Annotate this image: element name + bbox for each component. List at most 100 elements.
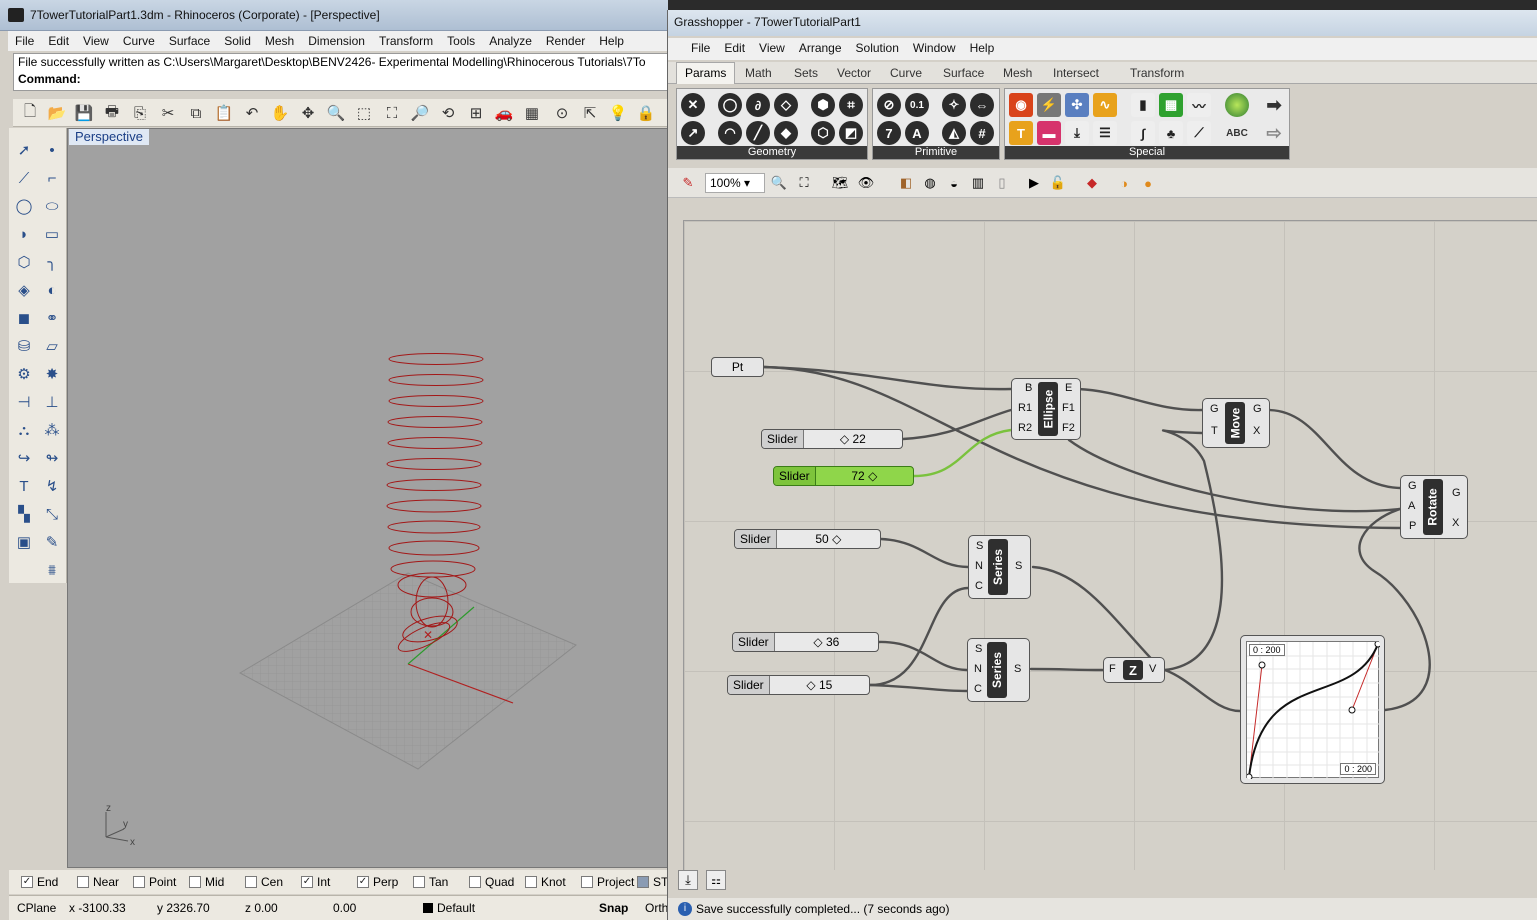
series-component-1[interactable]: S N C Series S: [968, 535, 1031, 599]
ellipse-icon[interactable]: ⬭: [40, 194, 64, 218]
shaded-icon[interactable]: ◒: [944, 173, 964, 193]
shaded-car-icon[interactable]: 🚗: [493, 102, 515, 124]
move-output-x[interactable]: X: [1253, 425, 1260, 437]
fillet-icon[interactable]: ↪: [12, 446, 36, 470]
rotate-output-x[interactable]: X: [1452, 517, 1459, 529]
relay-outline-icon[interactable]: ⇨: [1262, 121, 1286, 145]
undo-icon[interactable]: ↶: [241, 102, 263, 124]
osnap-cen[interactable]: Cen: [245, 875, 283, 889]
cluster-icon[interactable]: ◑: [1114, 173, 1134, 193]
graph-icon[interactable]: 〰: [1187, 93, 1211, 117]
solve-play-icon[interactable]: ▶: [1024, 173, 1044, 193]
rotate-input-g[interactable]: G: [1408, 480, 1417, 492]
ellipse-input-r2[interactable]: R2: [1018, 422, 1032, 434]
series-component-2[interactable]: S N C Series S: [967, 638, 1030, 702]
tab-curve[interactable]: Curve: [890, 66, 922, 80]
preview-eye-icon[interactable]: 👁: [856, 173, 876, 193]
vector-param-icon[interactable]: ↗: [681, 121, 705, 145]
fillet-curve-icon[interactable]: ╮: [40, 250, 64, 274]
gh-titlebar[interactable]: Grasshopper - 7TowerTutorialPart1: [668, 10, 1537, 36]
rotate-view-icon[interactable]: ✥: [297, 102, 319, 124]
rhino-menu-analyze[interactable]: Analyze: [482, 31, 539, 50]
rhino-menu-dimension[interactable]: Dimension: [301, 31, 372, 50]
polygon-icon[interactable]: ⬡: [12, 250, 36, 274]
rotate-output-g[interactable]: G: [1452, 487, 1461, 499]
pan-icon[interactable]: ✋: [269, 102, 291, 124]
rhino-menu-file[interactable]: File: [8, 31, 41, 50]
tab-math[interactable]: Math: [745, 66, 772, 80]
string-param-icon[interactable]: A: [905, 121, 929, 145]
tab-transform[interactable]: Transform: [1130, 66, 1184, 80]
colour-wheel-icon[interactable]: [1225, 93, 1249, 117]
explode-icon[interactable]: ✸: [40, 362, 64, 386]
lock-solver-icon[interactable]: 🔓: [1048, 173, 1068, 193]
rhino-menu-help[interactable]: Help: [592, 31, 631, 50]
geometry-param-icon[interactable]: ✕: [681, 93, 705, 117]
number-slider-15[interactable]: Slider ◇ 15: [727, 675, 870, 695]
lock-icon[interactable]: 🔒: [635, 102, 657, 124]
osnap-mid-checkbox[interactable]: [189, 876, 201, 888]
zoom-window-icon[interactable]: ⬚: [353, 102, 375, 124]
osnap-near[interactable]: Near: [77, 875, 119, 889]
ellipse-input-r1[interactable]: R1: [1018, 402, 1032, 414]
perspective-viewport[interactable]: Perspective ✕ z y x: [67, 128, 668, 868]
copy-icon[interactable]: ⧉: [185, 102, 207, 124]
tab-params[interactable]: Params: [676, 62, 736, 84]
gh-menu-arrange[interactable]: Arrange: [792, 38, 849, 57]
number-slider-icon[interactable]: ▬: [1037, 121, 1061, 145]
mesh-icon[interactable]: ▱: [40, 334, 64, 358]
value-list-icon[interactable]: ☰: [1093, 121, 1117, 145]
rhino-menu-edit[interactable]: Edit: [41, 31, 76, 50]
import-icon[interactable]: ⎘: [129, 102, 151, 124]
osnap-tan-checkbox[interactable]: [413, 876, 425, 888]
ribbon-group-geometry-label[interactable]: Geometry: [677, 146, 867, 159]
gradient-icon[interactable]: ⟋: [1187, 121, 1211, 145]
rhino-menu-render[interactable]: Render: [539, 31, 592, 50]
boolean-icon[interactable]: ⚭: [40, 306, 64, 330]
series1-input-n[interactable]: N: [975, 560, 983, 572]
domain-param-icon[interactable]: ✧: [942, 93, 966, 117]
gear-icon[interactable]: ⚙: [12, 362, 36, 386]
tab-vector[interactable]: Vector: [837, 66, 871, 80]
snap-toggle[interactable]: Snap: [599, 901, 628, 915]
graph-range-top[interactable]: 0 : 200: [1249, 644, 1285, 656]
osnap-int[interactable]: ✓ Int: [301, 875, 330, 889]
box-icon[interactable]: ◼: [12, 306, 36, 330]
new-file-icon[interactable]: 🗋: [19, 102, 41, 124]
ortho-toggle[interactable]: Orth: [645, 901, 668, 915]
text-icon[interactable]: T: [12, 474, 36, 498]
osnap-end[interactable]: ✓ End: [21, 875, 58, 889]
osnap-knot-checkbox[interactable]: [525, 876, 537, 888]
gh-menu-solution[interactable]: Solution: [849, 38, 906, 57]
rhino-menu-solid[interactable]: Solid: [217, 31, 258, 50]
circle-icon[interactable]: ◯: [12, 194, 36, 218]
array-icon[interactable]: ▚: [12, 502, 36, 526]
selected-preview-icon[interactable]: ▥: [968, 173, 988, 193]
map-icon[interactable]: 🗺: [830, 173, 850, 193]
osnap-st-checkbox[interactable]: [637, 876, 649, 888]
zoom-icon[interactable]: 🔍: [325, 102, 347, 124]
curve-cv-icon[interactable]: ⌐: [40, 166, 64, 190]
scale-icon[interactable]: ⤡: [40, 502, 64, 526]
series1-output-s[interactable]: S: [1015, 560, 1022, 572]
curve-param-icon[interactable]: ∂: [746, 93, 770, 117]
osnap-quad[interactable]: Quad: [469, 875, 514, 889]
quick-graph-icon[interactable]: ▮: [1131, 93, 1155, 117]
slider-72-track[interactable]: 72 ◇: [816, 467, 913, 485]
number-slider-50[interactable]: Slider 50 ◇: [734, 529, 881, 549]
graph-mapper-icon[interactable]: ∿: [1093, 93, 1117, 117]
save-icon[interactable]: 💾: [73, 102, 95, 124]
number-slider-72[interactable]: Slider 72 ◇: [773, 466, 914, 486]
undo-view-icon[interactable]: ⟲: [437, 102, 459, 124]
cut-icon[interactable]: ✂: [157, 102, 179, 124]
relay-arrow-icon[interactable]: ➡: [1262, 93, 1286, 117]
trim-icon[interactable]: ⊣: [12, 390, 36, 414]
cluster-grid-icon[interactable]: ⚏: [706, 870, 726, 890]
move-input-g[interactable]: G: [1210, 403, 1219, 415]
rhino-menu-curve[interactable]: Curve: [116, 31, 162, 50]
gh-menu-view[interactable]: View: [752, 38, 792, 57]
move-input-t[interactable]: T: [1211, 425, 1218, 437]
slider-special-icon[interactable]: ⚡: [1037, 93, 1061, 117]
unitz-input-f[interactable]: F: [1109, 663, 1116, 675]
osnap-st[interactable]: ST: [637, 875, 668, 889]
